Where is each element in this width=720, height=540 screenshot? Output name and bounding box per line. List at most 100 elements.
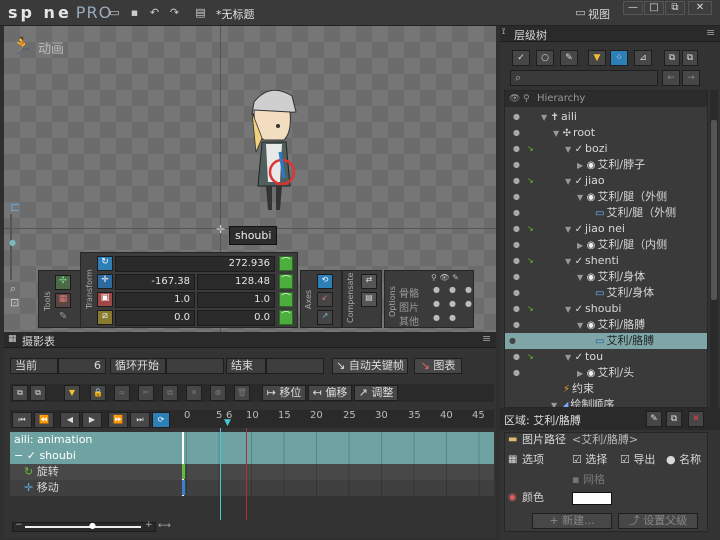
- filter-selected-icon[interactable]: ⁘: [610, 50, 628, 66]
- view-icon[interactable]: ▭: [574, 6, 587, 19]
- panel-menu-icon[interactable]: ≡: [482, 332, 491, 345]
- hierarchy-search-input[interactable]: ⌕: [510, 70, 658, 86]
- tree-scrollbar[interactable]: [710, 90, 718, 408]
- visibility-dot[interactable]: ●: [513, 349, 521, 364]
- expand-icon[interactable]: ▶: [577, 161, 583, 170]
- key-icon[interactable]: ↘: [527, 141, 535, 156]
- timeline-zoom-bar[interactable]: − ● +: [12, 520, 156, 532]
- loop-icon[interactable]: ⟳: [152, 412, 170, 428]
- translate-key-button[interactable]: ⌒: [279, 274, 293, 289]
- key-icon[interactable]: ↘: [527, 221, 535, 236]
- shear-x-input[interactable]: 0.0: [115, 310, 195, 326]
- link-icon[interactable]: ∞: [114, 385, 130, 401]
- visibility-dot[interactable]: ●: [513, 317, 521, 332]
- redo-icon[interactable]: ↷: [168, 6, 181, 19]
- axes-local-icon[interactable]: ⟲: [317, 274, 333, 289]
- minimize-button[interactable]: —: [623, 1, 643, 15]
- expand-icon[interactable]: ▼: [551, 401, 557, 407]
- expand-icon[interactable]: ▼: [577, 321, 583, 330]
- option-images-toggles[interactable]: ●●●: [433, 299, 481, 308]
- rename-icon[interactable]: ✎: [646, 411, 662, 427]
- compensate-bones-icon[interactable]: ⇄: [361, 274, 377, 289]
- search-next-icon[interactable]: →: [682, 70, 700, 86]
- zoom-in-icon[interactable]: +: [145, 520, 153, 530]
- tree-item-attachment-shenti[interactable]: ● ▭ 艾利/身体: [509, 285, 707, 301]
- copy-icon[interactable]: ⧉: [12, 385, 28, 401]
- move-button[interactable]: ↦ 移位: [262, 385, 306, 401]
- expand-icon[interactable]: ▼: [577, 193, 583, 202]
- tree-item-shoubi[interactable]: ● ↘ ▼ ✓ shoubi: [509, 301, 707, 317]
- expand-icon[interactable]: ▼: [565, 305, 571, 314]
- visibility-dot[interactable]: ●: [513, 365, 521, 380]
- compensate-images-icon[interactable]: ▤: [361, 292, 377, 307]
- rotate-tool-icon[interactable]: ↻: [97, 256, 113, 271]
- hierarchy-tree[interactable]: 👁 ⚲ Hierarchy ● ▼ ✝ aili ● ▼ ✣ root ● ↘ ▼ ✓ boz…: [504, 90, 708, 408]
- visibility-dot[interactable]: ●: [513, 141, 521, 156]
- visibility-dot[interactable]: ●: [513, 269, 521, 284]
- expand-icon[interactable]: ▶: [577, 241, 583, 250]
- name-checkbox[interactable]: ● 名称: [666, 450, 701, 470]
- zoom-slider[interactable]: [10, 214, 12, 280]
- visibility-dot[interactable]: ●: [513, 285, 521, 300]
- visibility-dot[interactable]: ●: [513, 189, 521, 204]
- scale-x-input[interactable]: 1.0: [115, 292, 195, 308]
- pen-tool-icon[interactable]: ✎: [59, 311, 67, 322]
- tree-scrollbar-thumb[interactable]: [711, 120, 717, 300]
- paste-tree-icon[interactable]: ⧉: [682, 50, 698, 66]
- visibility-dot[interactable]: ●: [513, 157, 521, 172]
- option-others-toggles[interactable]: ●●: [433, 313, 465, 322]
- tree-item-slot-shoubi[interactable]: ● ▼ ◉ 艾利/胳膊: [509, 317, 707, 333]
- play-backward-icon[interactable]: ◀: [60, 412, 80, 428]
- translate-y-input[interactable]: 128.48: [197, 274, 275, 290]
- fit-timeline-icon[interactable]: ⟷: [158, 521, 171, 531]
- visibility-dot[interactable]: ●: [513, 125, 521, 140]
- axes-world-icon[interactable]: ↗: [317, 310, 333, 325]
- visibility-dot[interactable]: ●: [513, 253, 521, 268]
- loop-start-input[interactable]: [166, 358, 224, 374]
- mesh-checkbox[interactable]: ▪ 网格: [572, 470, 605, 490]
- tree-item-slot-jiao[interactable]: ● ▼ ◉ 艾利/腿（外侧: [509, 189, 707, 205]
- document-icon[interactable]: ▤: [194, 6, 207, 19]
- expand-icon[interactable]: ▼: [541, 113, 547, 122]
- tree-item-slot-tou[interactable]: ● ▶ ◉ 艾利/头: [509, 365, 707, 381]
- zoom-slider-handle[interactable]: ●: [9, 238, 16, 247]
- expand-icon[interactable]: ▼: [577, 273, 583, 282]
- filter-pin-icon[interactable]: ⊿: [634, 50, 652, 66]
- hierarchy-tab[interactable]: 层级树: [514, 27, 547, 43]
- zoom-track[interactable]: [25, 526, 141, 528]
- open-folder-icon[interactable]: ▭: [108, 6, 121, 19]
- delete-icon[interactable]: ✕: [186, 385, 202, 401]
- key-icon[interactable]: ↘: [527, 301, 535, 316]
- color-swatch[interactable]: [572, 492, 612, 505]
- weights-tool-icon[interactable]: ▦: [55, 293, 71, 308]
- animation-viewport[interactable]: 🏃 动画 ✛ shoubi ⊏ ● ⌕ ⊡ Tools ✣ ▦ ✎ Transf…: [4, 26, 496, 332]
- tree-item-root[interactable]: ● ▼ ✣ root: [509, 125, 707, 141]
- maximize-button[interactable]: □: [644, 1, 664, 15]
- lock-icon[interactable]: 🔒: [90, 385, 106, 401]
- copy-tree-icon[interactable]: ⧉: [664, 50, 680, 66]
- panel-menu-icon[interactable]: ≡: [706, 26, 715, 39]
- visibility-dot[interactable]: ●: [513, 205, 521, 220]
- bone-create-tool-icon[interactable]: ✣: [55, 275, 71, 290]
- playhead-marker-icon[interactable]: ▼: [224, 418, 231, 428]
- prev-frame-icon[interactable]: ⏪: [34, 412, 54, 428]
- visibility-dot[interactable]: ●: [513, 237, 521, 252]
- tree-item-constraints[interactable]: ⚡ 约束: [509, 381, 707, 397]
- save-icon[interactable]: ▪: [128, 6, 141, 19]
- new-button[interactable]: + 新建...: [532, 513, 612, 529]
- adjust-button[interactable]: ↗ 调整: [354, 385, 398, 401]
- restore-button[interactable]: ⧉: [665, 1, 685, 15]
- tree-item-draw-order[interactable]: ▼ ◢ 绘制顺序: [509, 397, 707, 407]
- filter-funnel-icon[interactable]: ▼: [588, 50, 606, 66]
- filter-attachments-icon[interactable]: ✎: [560, 50, 578, 66]
- filter-slots-icon[interactable]: ○: [536, 50, 554, 66]
- tree-item-slot-jiao-nei[interactable]: ● ▶ ◉ 艾利/腿（内侧: [509, 237, 707, 253]
- key-icon[interactable]: ↘: [527, 253, 535, 268]
- delete-item-icon[interactable]: ✕: [688, 411, 704, 427]
- duplicate-item-icon[interactable]: ⧉: [666, 411, 682, 427]
- offset-button[interactable]: ↤ 偏移: [308, 385, 352, 401]
- visibility-dot[interactable]: ●: [509, 333, 517, 348]
- trash-icon[interactable]: 🗑: [234, 385, 250, 401]
- expand-icon[interactable]: ▼: [565, 225, 571, 234]
- paste-icon[interactable]: ⧉: [30, 385, 46, 401]
